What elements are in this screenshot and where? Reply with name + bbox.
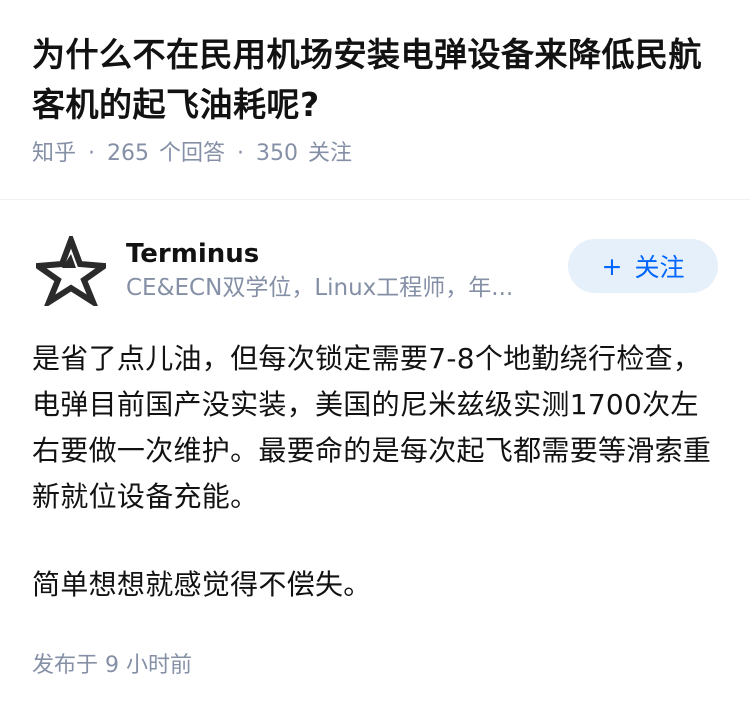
star-outline-icon: [29, 231, 113, 310]
follow-button[interactable]: + 关注: [568, 239, 718, 293]
answers-count: 265: [107, 141, 150, 166]
plus-icon: +: [601, 251, 623, 281]
answers-label[interactable]: 个回答: [159, 138, 225, 170]
question-meta: 知乎 · 265 个回答 · 350 关注: [32, 138, 718, 170]
meta-separator: ·: [88, 141, 96, 166]
answer-paragraph: 简单想想就感觉得不偿失。: [32, 568, 372, 601]
followers-label: 关注: [308, 141, 353, 166]
answer-paragraph: 是省了点儿油，但每次锁定需要7-8个地勤绕行检查，电弹目前国产没实装，美国的尼米…: [32, 342, 712, 513]
answer-card: Terminus CE&ECN双学位，Linux工程师，年... + 关注 是省…: [0, 200, 750, 682]
question-header: 为什么不在民用机场安装电弹设备来降低民航客机的起飞油耗呢? 知乎 · 265 个…: [0, 0, 750, 200]
follow-button-label: 关注: [634, 253, 685, 282]
meta-separator: ·: [237, 141, 245, 166]
author-info: Terminus CE&ECN双学位，Linux工程师，年...: [126, 237, 558, 305]
published-time: 发布于 9 小时前: [32, 653, 192, 678]
answer-content: 是省了点儿油，但每次锁定需要7-8个地勤绕行检查，电弹目前国产没实装，美国的尼米…: [32, 336, 718, 608]
avatar[interactable]: [29, 231, 113, 310]
author-row: Terminus CE&ECN双学位，Linux工程师，年... + 关注: [29, 231, 718, 310]
author-name[interactable]: Terminus: [126, 237, 558, 271]
author-bio: CE&ECN双学位，Linux工程师，年...: [126, 275, 514, 301]
source-label[interactable]: 知乎: [32, 138, 76, 170]
question-title[interactable]: 为什么不在民用机场安装电弹设备来降低民航客机的起飞油耗呢?: [32, 30, 718, 130]
followers-count: 350: [256, 141, 299, 166]
